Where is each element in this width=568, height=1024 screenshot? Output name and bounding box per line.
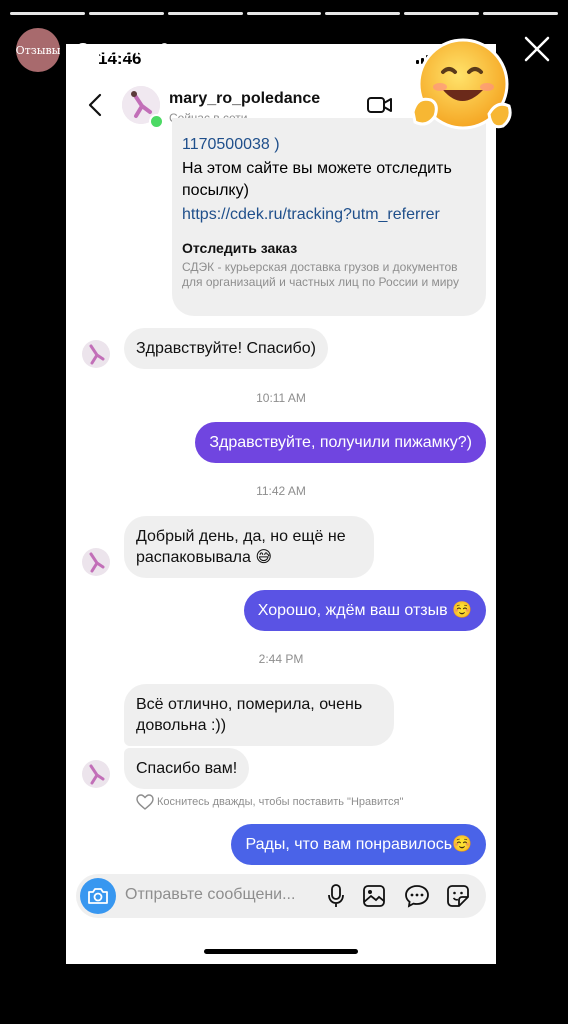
card-text-line: посылку) <box>182 182 249 199</box>
like-hint-text: Коснитесь дважды, чтобы поставить "Нрави… <box>157 796 404 808</box>
online-status-dot <box>149 114 164 129</box>
camera-icon <box>88 888 108 904</box>
message-incoming[interactable]: Здравствуйте! Спасибо) <box>124 328 328 369</box>
message-incoming[interactable]: Добрый день, да, но ещё не распаковывала… <box>124 516 374 578</box>
story-name[interactable]: Отзывы <box>76 40 150 61</box>
message-composer[interactable]: Отправьте сообщени... <box>76 874 486 918</box>
home-indicator[interactable] <box>204 949 358 954</box>
tracking-link[interactable]: https://cdek.ru/tracking?utm_referrer <box>182 204 440 225</box>
card-text-line: На этом сайте вы можете отследить <box>182 160 452 177</box>
message-outgoing[interactable]: Здравствуйте, получили пижамку?) <box>195 422 486 463</box>
story-time: 6ч. <box>159 41 182 58</box>
chat-username[interactable]: mary_ro_poledance <box>169 90 320 108</box>
story-progress-bars <box>10 12 559 15</box>
close-icon[interactable] <box>520 32 554 66</box>
chat-bubble-icon[interactable] <box>404 884 430 908</box>
video-call-icon[interactable] <box>366 94 394 116</box>
link-preview-description: СДЭК - курьерская доставка грузов и доку… <box>182 260 459 289</box>
message-incoming[interactable]: Всё отлично, померила, очень довольна :)… <box>124 684 394 746</box>
tracking-number: 1170500038 ) <box>182 136 280 153</box>
link-preview-card[interactable]: 1170500038 ) На этом сайте вы можете отс… <box>172 118 486 316</box>
progress-segment <box>246 12 322 15</box>
hugging-face-sticker <box>411 38 512 130</box>
progress-segment <box>483 12 559 15</box>
message-timestamp: 11:42 AM <box>256 484 306 498</box>
like-hint: Коснитесь дважды, чтобы поставить "Нрави… <box>136 794 403 810</box>
message-incoming[interactable]: Спасибо вам! <box>124 748 250 789</box>
message-timestamp: 10:11 AM <box>256 391 306 405</box>
microphone-icon[interactable] <box>326 884 346 908</box>
avatar[interactable] <box>82 760 110 788</box>
avatar[interactable] <box>82 340 110 368</box>
heart-icon[interactable] <box>136 794 154 810</box>
progress-segment <box>325 12 401 15</box>
progress-segment <box>167 12 243 15</box>
sticker-icon[interactable] <box>446 884 470 908</box>
progress-segment <box>88 12 164 15</box>
progress-segment <box>10 12 85 15</box>
message-outgoing[interactable]: Рады, что вам понравилось☺️ <box>231 824 486 865</box>
message-input[interactable]: Отправьте сообщени... <box>125 886 295 904</box>
dm-screenshot: 14:46 mary_ro_poledance Сейчас в сети 11… <box>66 44 496 964</box>
message-timestamp: 2:44 PM <box>258 652 304 666</box>
progress-segment <box>404 12 480 15</box>
avatar[interactable] <box>82 548 110 576</box>
back-arrow-icon[interactable] <box>84 92 108 118</box>
message-outgoing[interactable]: Хорошо, ждём ваш отзыв ☺️ <box>243 590 486 631</box>
link-preview-title: Отследить заказ <box>182 240 298 256</box>
gallery-icon[interactable] <box>362 884 386 908</box>
story-avatar[interactable]: Отзывы <box>16 28 60 72</box>
camera-button[interactable] <box>80 878 116 914</box>
